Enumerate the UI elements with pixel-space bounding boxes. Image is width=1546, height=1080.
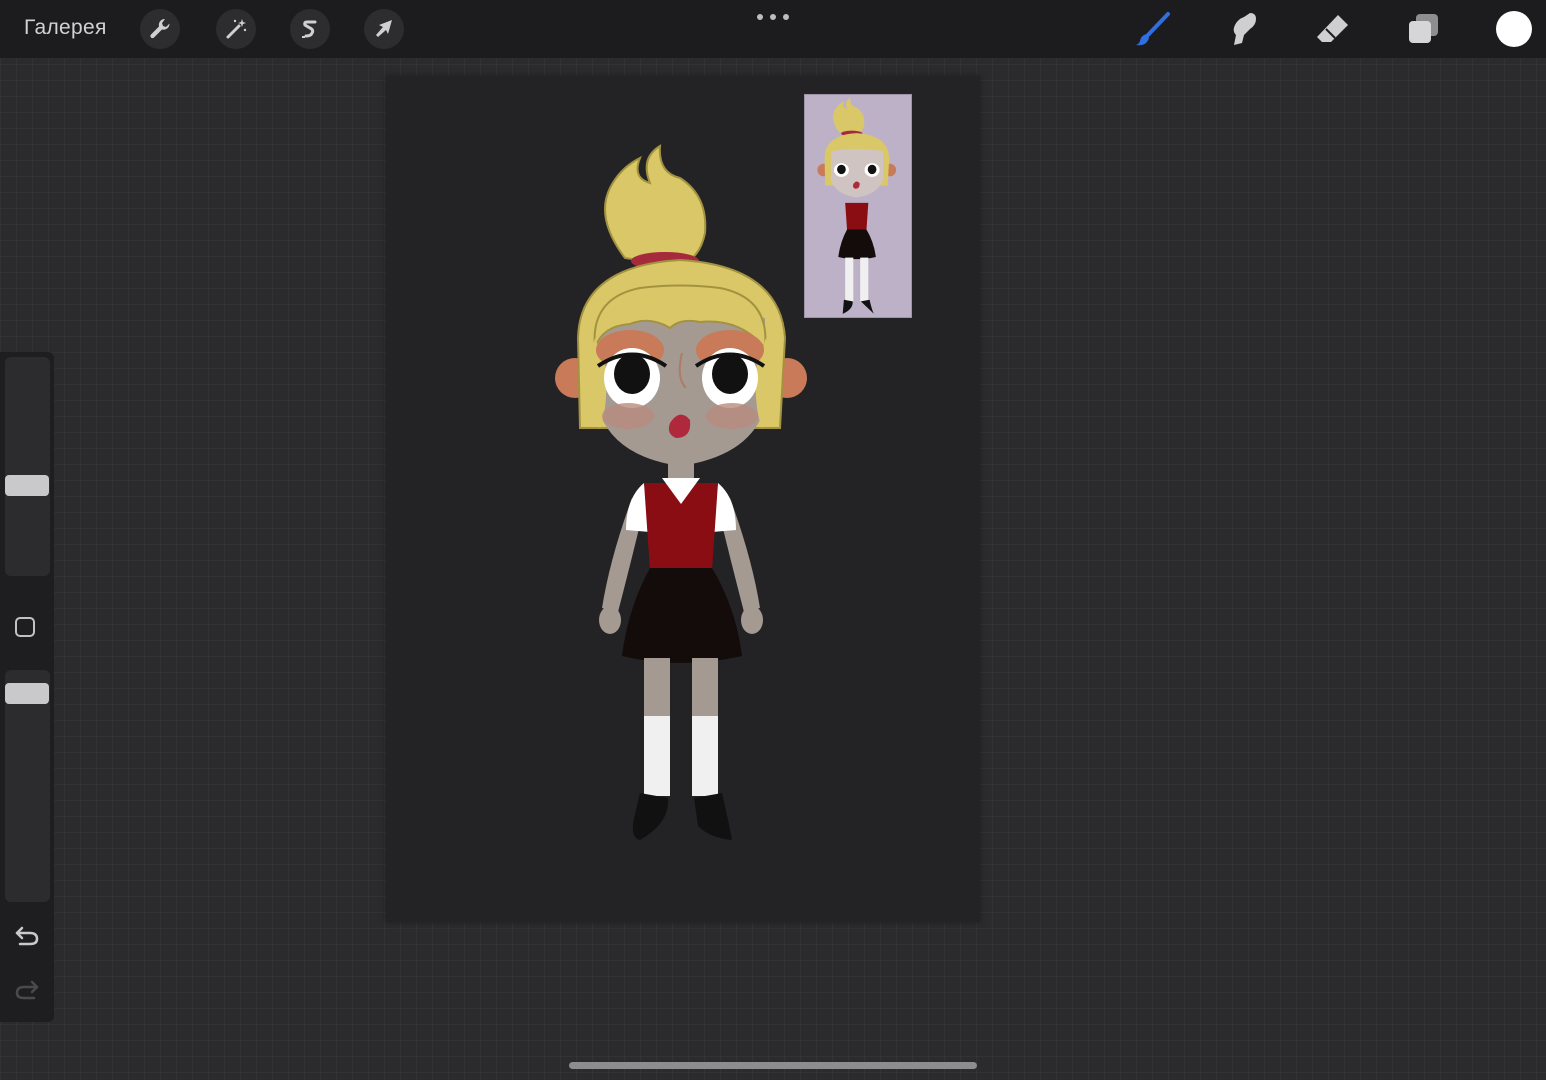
selection-s-icon <box>302 20 317 38</box>
actions-button[interactable] <box>140 9 180 49</box>
ellipsis-icon <box>757 14 763 20</box>
home-indicator <box>569 1062 977 1069</box>
brush-size-thumb[interactable] <box>5 475 49 496</box>
magic-wand-icon <box>226 19 247 39</box>
arrow-cursor-icon <box>376 20 392 37</box>
selection-button[interactable] <box>290 9 330 49</box>
left-sidebar <box>0 352 54 1022</box>
eraser-icon <box>1317 15 1348 42</box>
opacity-slider[interactable] <box>5 670 50 902</box>
character-illustration <box>555 144 807 840</box>
top-toolbar: Галерея <box>0 0 1546 58</box>
square-modifier-icon[interactable] <box>15 617 35 637</box>
layers-icon <box>1409 14 1438 43</box>
redo-icon <box>15 980 39 1000</box>
gallery-button[interactable]: Галерея <box>24 16 107 40</box>
undo-icon <box>15 926 39 946</box>
wrench-icon <box>150 18 170 39</box>
smudge-finger-icon <box>1233 13 1256 45</box>
transform-button[interactable] <box>364 9 404 49</box>
more-options-button[interactable] <box>757 10 789 24</box>
opacity-thumb[interactable] <box>5 683 49 704</box>
brush-tool-button[interactable] <box>1133 9 1173 49</box>
layers-button[interactable] <box>1403 9 1443 49</box>
color-picker-swatch[interactable] <box>1496 11 1532 47</box>
adjustments-button[interactable] <box>216 9 256 49</box>
smudge-tool-button[interactable] <box>1222 9 1262 49</box>
undo-button[interactable] <box>12 920 42 950</box>
reference-character-thumbnail <box>817 97 897 314</box>
brush-icon <box>1136 12 1170 46</box>
reference-image[interactable] <box>804 94 912 318</box>
brush-size-slider[interactable] <box>5 357 50 576</box>
redo-button[interactable] <box>12 974 42 1004</box>
eraser-tool-button[interactable] <box>1313 9 1353 49</box>
